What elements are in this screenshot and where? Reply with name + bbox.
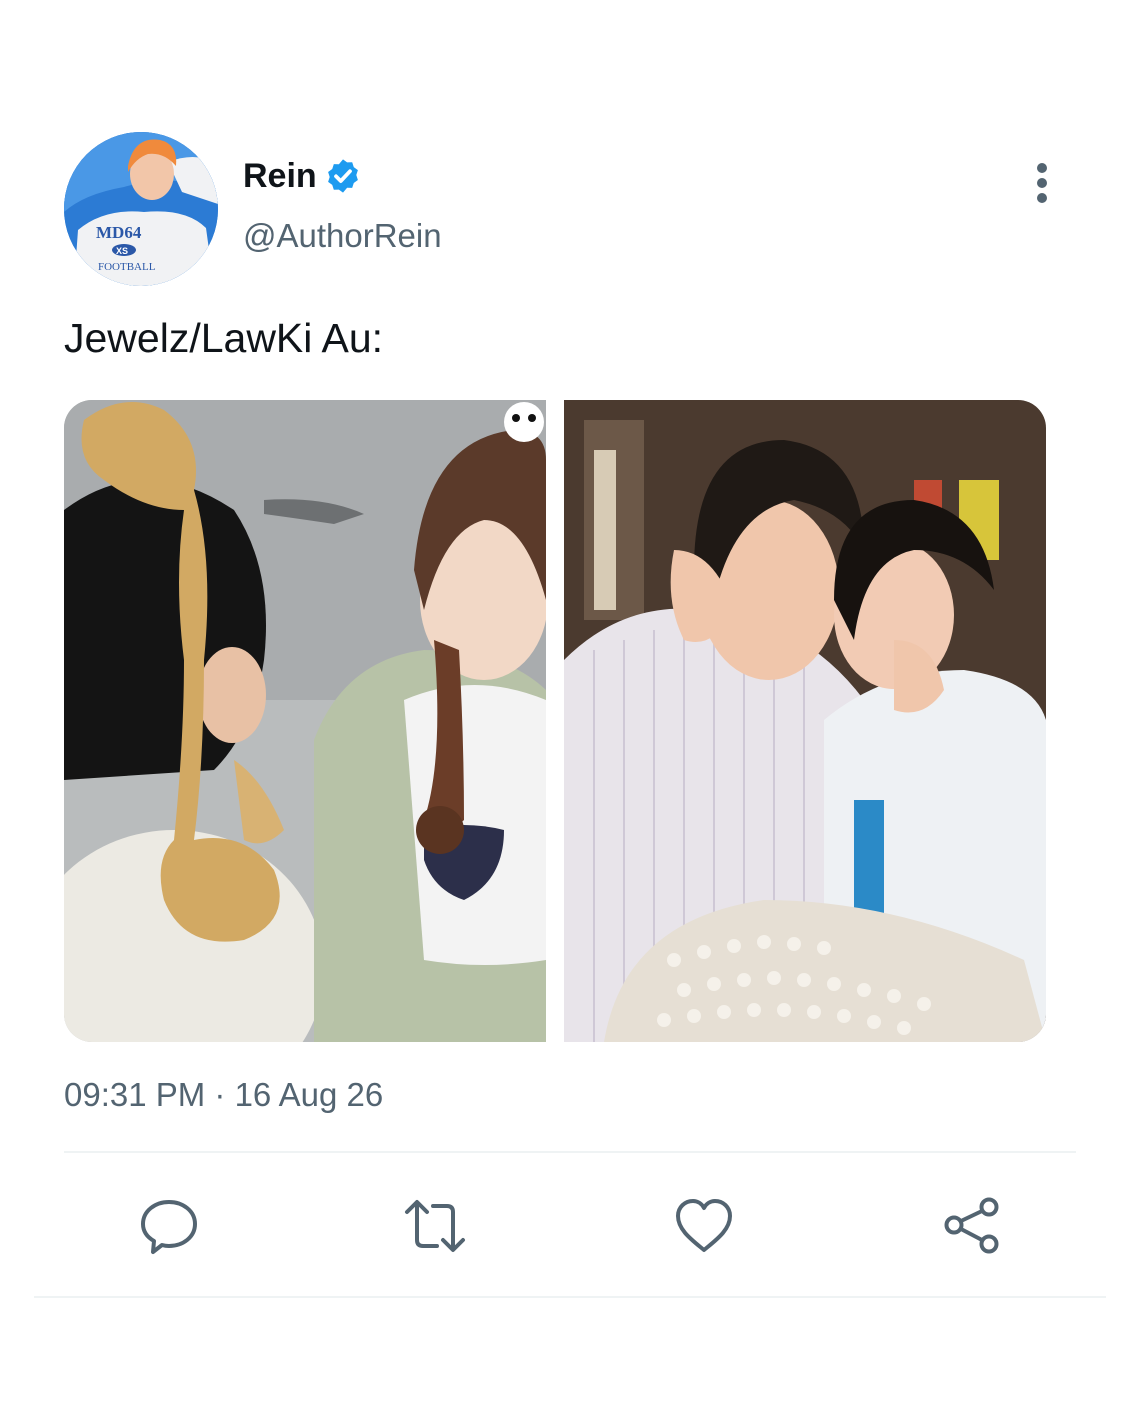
divider bbox=[64, 1151, 1076, 1153]
avatar-shirt-text: MD64 bbox=[96, 223, 142, 242]
share-button[interactable] bbox=[940, 1194, 1004, 1258]
tweet-text: Jewelz/LawKi Au: bbox=[64, 315, 384, 361]
avatar[interactable]: MD64 XS FOOTBALL bbox=[64, 132, 218, 286]
photo-image bbox=[64, 400, 546, 1042]
tweet-photo-1[interactable] bbox=[64, 400, 546, 1042]
retweet-button[interactable] bbox=[403, 1194, 467, 1258]
more-options-button[interactable] bbox=[1022, 160, 1062, 208]
avatar-badge-text: XS bbox=[116, 246, 128, 256]
display-name-text: Rein bbox=[243, 157, 317, 195]
heart-icon bbox=[676, 1199, 732, 1252]
tweet-timestamp[interactable]: 09:31 PM · 16 Aug 26 bbox=[64, 1075, 383, 1115]
author-display-name[interactable]: Rein bbox=[243, 156, 362, 196]
reply-button[interactable] bbox=[137, 1194, 201, 1258]
like-button[interactable] bbox=[672, 1194, 736, 1258]
avatar-image: MD64 XS FOOTBALL bbox=[64, 132, 218, 286]
verified-badge-icon bbox=[327, 159, 358, 193]
reply-icon bbox=[141, 1200, 197, 1254]
tweet-media bbox=[64, 400, 1046, 1042]
author-handle[interactable]: @AuthorRein bbox=[243, 216, 442, 256]
tweet-photo-2[interactable] bbox=[564, 400, 1046, 1042]
photo-image bbox=[564, 400, 1046, 1042]
avatar-sub-text: FOOTBALL bbox=[98, 261, 156, 273]
bottom-divider bbox=[34, 1296, 1106, 1298]
more-vertical-icon bbox=[1037, 163, 1047, 203]
share-icon bbox=[944, 1197, 999, 1254]
retweet-icon bbox=[405, 1200, 465, 1252]
